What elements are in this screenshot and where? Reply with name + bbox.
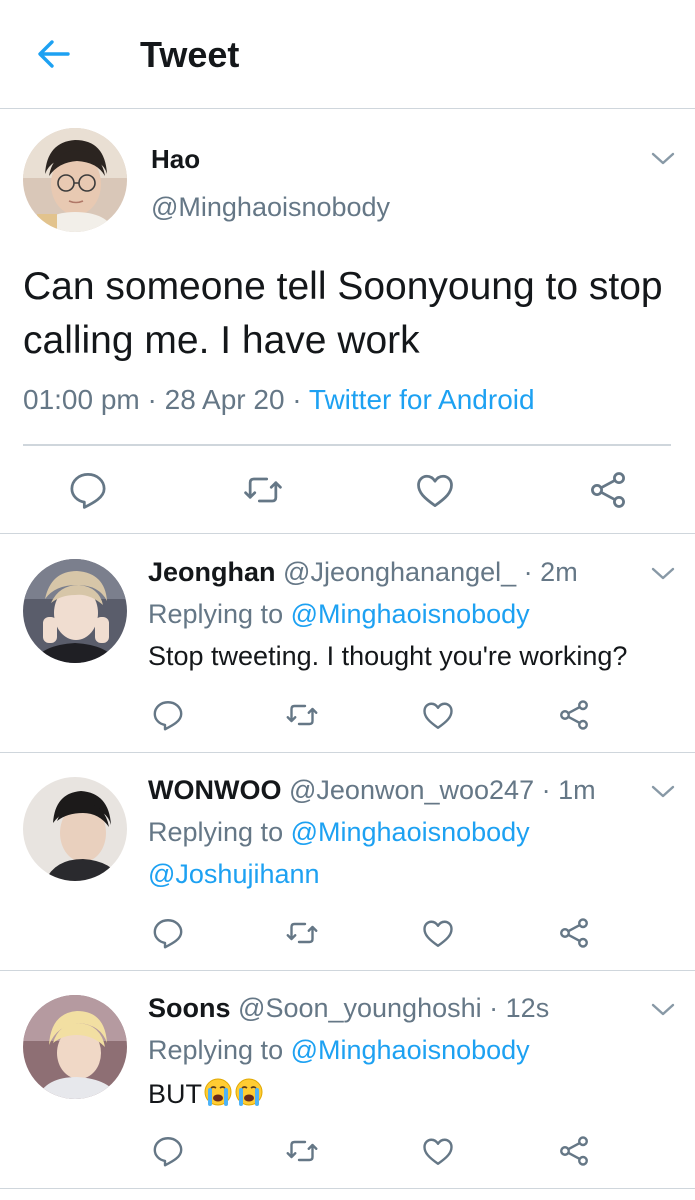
share-icon[interactable] (556, 1133, 592, 1169)
like-icon[interactable] (413, 468, 457, 512)
avatar[interactable] (23, 128, 127, 232)
reply-time: 2m (540, 557, 578, 587)
reply-author-handle[interactable]: @Jjeonghanangel_ (283, 557, 516, 587)
avatar[interactable] (23, 559, 127, 663)
author-name[interactable]: Hao (151, 144, 200, 175)
tweet-source-link[interactable]: Twitter for Android (309, 384, 535, 415)
chevron-down-icon[interactable] (650, 565, 676, 583)
top-bar: Tweet (0, 0, 695, 109)
meta-separator: · (292, 384, 302, 415)
crying-face-emoji (234, 1077, 264, 1107)
reply-header: WONWOO @Jeonwon_woo247 · 1m (148, 775, 596, 806)
like-icon[interactable] (420, 1133, 456, 1169)
replying-to: Replying to @Minghaoisnobody (148, 599, 530, 630)
like-icon[interactable] (420, 697, 456, 733)
share-icon[interactable] (556, 697, 592, 733)
reply-icon[interactable] (66, 468, 110, 512)
replying-label: Replying to (148, 1035, 284, 1065)
crying-face-emoji (203, 1077, 233, 1107)
mention-link[interactable]: @Joshujihann (148, 859, 320, 890)
avatar[interactable] (23, 777, 127, 881)
tweet-time: 01:00 pm (23, 384, 140, 415)
retweet-icon[interactable] (241, 468, 285, 512)
tweet-date: 28 Apr 20 (164, 384, 285, 415)
author-handle[interactable]: @Minghaoisnobody (151, 192, 390, 223)
reply-icon[interactable] (150, 915, 186, 951)
divider (23, 444, 671, 446)
reply-header: Soons @Soon_younghoshi · 12s (148, 993, 549, 1024)
reply-tweet: WONWOO @Jeonwon_woo247 · 1m Replying to … (0, 753, 695, 971)
meta-separator: · (489, 993, 499, 1023)
page-title: Tweet (140, 34, 240, 75)
reply-author-handle[interactable]: @Jeonwon_woo247 (289, 775, 534, 805)
meta-separator: · (523, 557, 533, 587)
back-arrow-icon[interactable] (34, 36, 74, 72)
retweet-icon[interactable] (284, 697, 320, 733)
reply-icon[interactable] (150, 1133, 186, 1169)
reply-author-handle[interactable]: @Soon_younghoshi (238, 993, 482, 1023)
reply-time: 12s (505, 993, 550, 1023)
retweet-icon[interactable] (284, 915, 320, 951)
chevron-down-icon[interactable] (650, 150, 676, 168)
reply-icon[interactable] (150, 697, 186, 733)
mention-link[interactable]: @Minghaoisnobody (291, 817, 530, 847)
meta-separator: · (541, 775, 551, 805)
mention-link[interactable]: @Minghaoisnobody (291, 1035, 530, 1065)
reply-author-name[interactable]: Jeonghan (148, 557, 276, 587)
replying-to: Replying to @Minghaoisnobody (148, 1035, 530, 1066)
avatar[interactable] (23, 995, 127, 1099)
like-icon[interactable] (420, 915, 456, 951)
replying-label: Replying to (148, 599, 284, 629)
reply-author-name[interactable]: WONWOO (148, 775, 281, 805)
meta-separator: · (147, 384, 157, 415)
reply-text: Stop tweeting. I thought you're working? (148, 641, 628, 671)
reply-author-name[interactable]: Soons (148, 993, 231, 1023)
chevron-down-icon[interactable] (650, 783, 676, 801)
reply-text: BUT (148, 1079, 202, 1109)
reply-time: 1m (558, 775, 596, 805)
share-icon[interactable] (556, 915, 592, 951)
chevron-down-icon[interactable] (650, 1001, 676, 1019)
reply-header: Jeonghan @Jjeonghanangel_ · 2m (148, 557, 578, 588)
tweet-meta: 01:00 pm · 28 Apr 20 · Twitter for Andro… (23, 384, 535, 416)
retweet-icon[interactable] (284, 1133, 320, 1169)
reply-tweet: Jeonghan @Jjeonghanangel_ · 2m Replying … (0, 535, 695, 753)
replying-to: Replying to @Minghaoisnobody (148, 817, 530, 848)
reply-text-line: BUT (148, 1077, 264, 1110)
replying-label: Replying to (148, 817, 284, 847)
tweet-text: Can someone tell Soonyoung to stop calli… (23, 265, 663, 362)
mention-link[interactable]: @Minghaoisnobody (291, 599, 530, 629)
share-icon[interactable] (586, 468, 630, 512)
reply-tweet: Soons @Soon_younghoshi · 12s Replying to… (0, 971, 695, 1189)
main-tweet: Hao @Minghaoisnobody Can someone tell So… (0, 110, 695, 534)
